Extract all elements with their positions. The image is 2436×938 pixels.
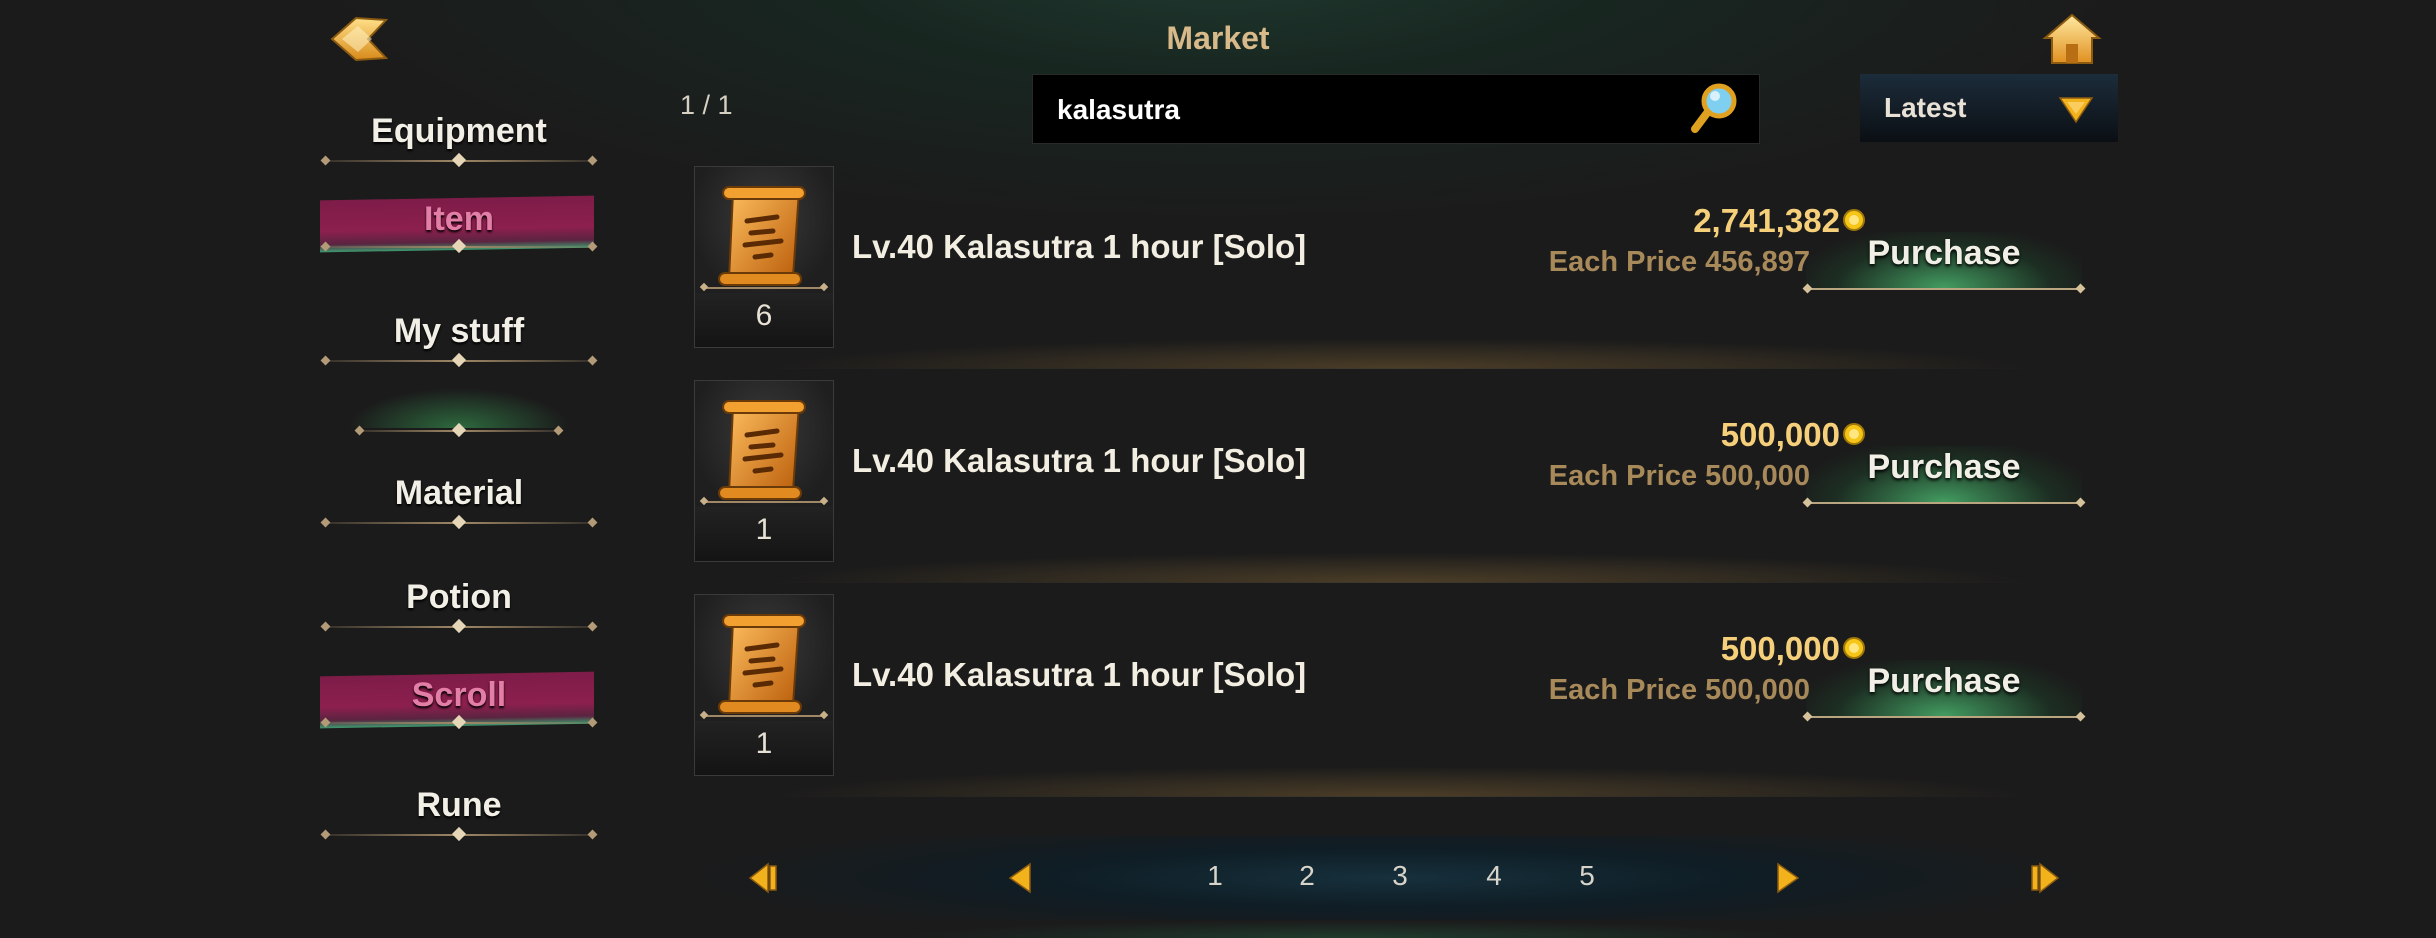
sidebar-item-my-stuff[interactable]: My stuff bbox=[318, 300, 600, 380]
sidebar-item-empty[interactable] bbox=[318, 370, 600, 450]
sidebar-item-potion[interactable]: Potion bbox=[318, 566, 600, 646]
page-number[interactable]: 2 bbox=[1287, 860, 1327, 892]
sidebar-item-label: Item bbox=[424, 200, 494, 238]
sidebar-item-label: Potion bbox=[406, 578, 512, 616]
each-price: Each Price 500,000 bbox=[1548, 460, 1810, 492]
last-page-button[interactable] bbox=[2026, 858, 2066, 898]
item-quantity: 1 bbox=[755, 727, 773, 760]
double-chevron-right-icon bbox=[2031, 862, 2060, 894]
magnifier-icon bbox=[1691, 83, 1737, 133]
chevron-down-icon bbox=[2058, 97, 2094, 124]
page-indicator: 1 / 1 bbox=[680, 90, 733, 120]
divider bbox=[358, 422, 560, 438]
divider bbox=[324, 152, 594, 168]
search-box bbox=[1032, 74, 1760, 144]
purchase-button[interactable]: Purchase bbox=[1806, 436, 2082, 506]
divider bbox=[324, 714, 594, 730]
divider bbox=[324, 514, 594, 530]
item-quantity: 1 bbox=[755, 513, 773, 546]
purchase-label: Purchase bbox=[1867, 234, 2021, 272]
sidebar-item-rune[interactable]: Rune bbox=[318, 774, 600, 854]
home-icon bbox=[2042, 13, 2102, 64]
listing-row: 6 Lv.40 Kalasutra 1 hour [Solo] 2,741,38… bbox=[690, 166, 2110, 380]
purchase-label: Purchase bbox=[1867, 662, 2021, 700]
page-number[interactable]: 3 bbox=[1380, 860, 1420, 892]
sidebar-item-label: Rune bbox=[416, 786, 502, 824]
scroll-icon bbox=[718, 186, 806, 286]
item-slot[interactable]: 1 bbox=[694, 594, 834, 776]
item-name: Lv.40 Kalasutra 1 hour [Solo] bbox=[852, 656, 1307, 693]
sidebar-item-item[interactable]: Item bbox=[318, 186, 600, 266]
divider bbox=[324, 238, 594, 254]
sidebar-item-label: Material bbox=[394, 474, 524, 512]
listing-row: 1 Lv.40 Kalasutra 1 hour [Solo] 500,000 … bbox=[690, 380, 2110, 594]
divider bbox=[324, 352, 594, 368]
page-number[interactable]: 5 bbox=[1567, 860, 1607, 892]
purchase-button[interactable]: Purchase bbox=[1806, 222, 2082, 292]
divider bbox=[324, 618, 594, 634]
search-input[interactable] bbox=[1055, 89, 1679, 131]
item-name: Lv.40 Kalasutra 1 hour [Solo] bbox=[852, 442, 1307, 479]
sidebar-item-equipment[interactable]: Equipment bbox=[318, 100, 600, 180]
search-button[interactable] bbox=[1689, 81, 1741, 137]
page-number[interactable]: 4 bbox=[1474, 860, 1514, 892]
chevron-left-icon bbox=[1008, 862, 1031, 894]
sidebar-item-material[interactable]: Material bbox=[318, 462, 600, 542]
each-price: Each Price 456,897 bbox=[1548, 246, 1810, 278]
listing-row: 1 Lv.40 Kalasutra 1 hour [Solo] 500,000 … bbox=[690, 594, 2110, 808]
next-page-button[interactable] bbox=[1766, 858, 1806, 898]
sidebar-item-label: Equipment bbox=[371, 112, 547, 150]
divider bbox=[324, 826, 594, 842]
item-slot[interactable]: 6 bbox=[694, 166, 834, 348]
sort-dropdown[interactable]: Latest bbox=[1860, 74, 2118, 142]
back-button[interactable] bbox=[328, 14, 390, 64]
pagination: 1 2 3 4 5 bbox=[700, 836, 2080, 920]
item-slot[interactable]: 1 bbox=[694, 380, 834, 562]
sidebar-item-scroll[interactable]: Scroll bbox=[318, 662, 600, 742]
chevron-right-icon bbox=[1777, 862, 1800, 894]
scroll-icon bbox=[718, 400, 806, 500]
home-button[interactable] bbox=[2042, 12, 2102, 66]
each-price: Each Price 500,000 bbox=[1548, 674, 1810, 706]
sidebar-item-label: Scroll bbox=[411, 676, 507, 714]
back-arrow-icon bbox=[330, 16, 389, 62]
item-quantity: 6 bbox=[755, 299, 773, 332]
sidebar-item-label: My stuff bbox=[393, 312, 525, 350]
purchase-label: Purchase bbox=[1867, 448, 2021, 486]
prev-page-button[interactable] bbox=[1002, 858, 1042, 898]
scroll-icon bbox=[718, 614, 806, 714]
sort-label: Latest bbox=[1884, 92, 1967, 123]
first-page-button[interactable] bbox=[742, 858, 782, 898]
item-name: Lv.40 Kalasutra 1 hour [Solo] bbox=[852, 228, 1307, 265]
page-title: Market bbox=[1166, 20, 1270, 56]
purchase-button[interactable]: Purchase bbox=[1806, 650, 2082, 720]
page-number[interactable]: 1 bbox=[1195, 860, 1235, 892]
double-chevron-left-icon bbox=[748, 862, 777, 894]
